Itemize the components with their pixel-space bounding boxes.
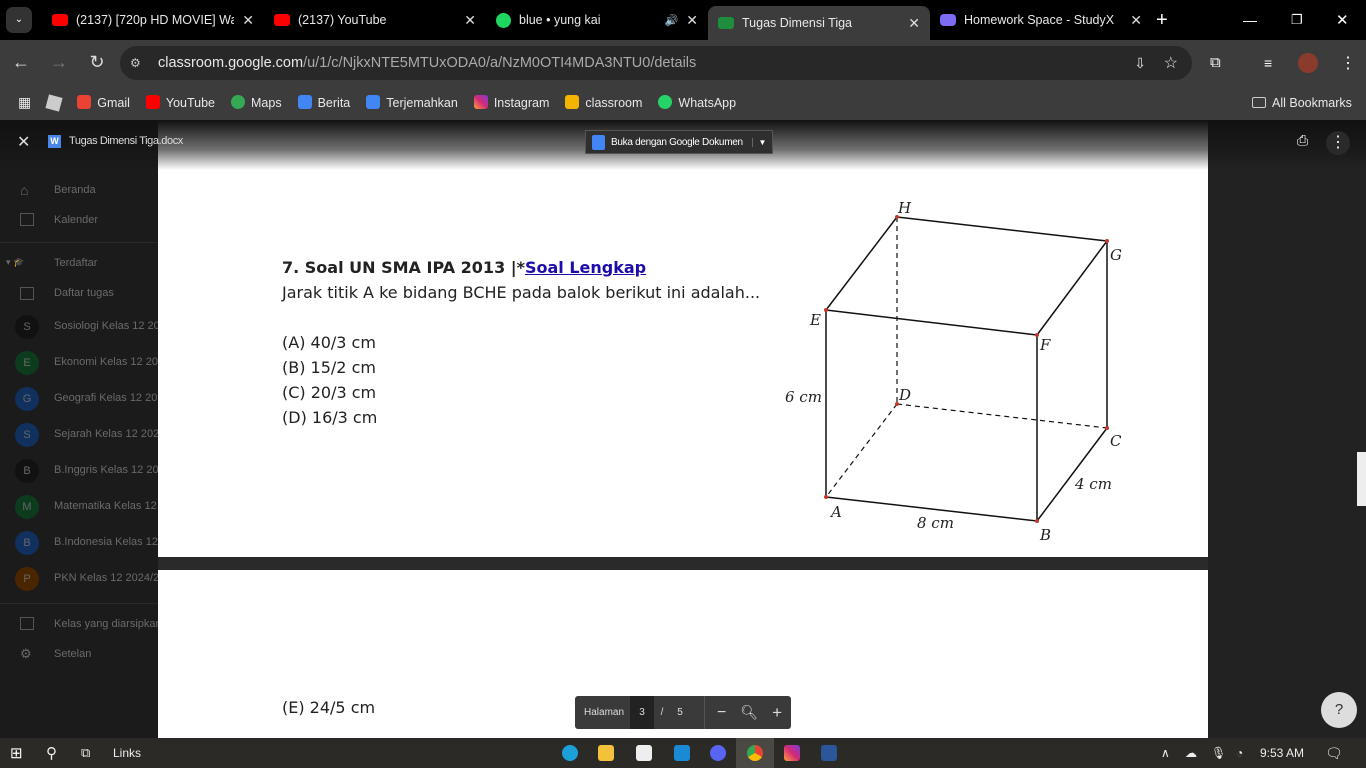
edge-icon[interactable] [562, 745, 578, 761]
page-controls: Halaman 3 / 5 − 🔍︎ + [575, 696, 791, 729]
print-icon[interactable]: ⎙ [1297, 132, 1308, 149]
mail-icon[interactable] [674, 745, 690, 761]
vertex-g: G [1110, 246, 1122, 264]
google-docs-icon [592, 134, 605, 150]
wifi-icon[interactable]: ◔ [1236, 746, 1243, 760]
vertex-b: B [1039, 526, 1051, 544]
links-label[interactable]: Links [113, 746, 141, 760]
file-name: Tugas Dimensi Tiga.docx [69, 135, 183, 147]
open-with-google-docs-button[interactable]: Buka dengan Google Dokumen ▼ [585, 130, 773, 154]
vertex-a: A [829, 503, 842, 521]
label-width: 4 cm [1074, 475, 1112, 493]
edge-gf [1036, 240, 1108, 336]
page-number-input[interactable]: 3 [630, 696, 655, 729]
edge-dc [896, 403, 1108, 429]
vertex-d: D [898, 386, 911, 404]
vertex-c: C [1110, 432, 1122, 450]
edge-he [825, 216, 898, 311]
label-length: 8 cm [917, 514, 954, 532]
windows-start-icon[interactable]: ⊞ [10, 744, 23, 762]
edge-ef [825, 309, 1038, 336]
tray-chevron-icon[interactable]: ∧ [1161, 746, 1170, 760]
help-button[interactable]: ? [1321, 692, 1357, 728]
vertex-f: F [1039, 336, 1051, 354]
clock[interactable]: 9:53 AM [1260, 746, 1304, 760]
discord-icon[interactable] [710, 745, 726, 761]
vertex-h: H [897, 199, 912, 217]
edge-da [825, 403, 898, 498]
notifications-icon[interactable]: 🗨︎ [1325, 745, 1343, 762]
zoom-out-button[interactable]: − [717, 704, 726, 722]
cuboid-figure: H G E F D C A B 6 cm 8 cm 4 cm [785, 199, 1122, 544]
search-icon[interactable]: ⚲ [46, 744, 57, 762]
dropdown-arrow-icon[interactable]: ▼ [752, 137, 772, 147]
zoom-in-button[interactable]: + [772, 703, 782, 723]
task-view-icon[interactable]: ⧉ [81, 745, 90, 761]
instagram-icon[interactable] [784, 745, 800, 761]
file-explorer-icon[interactable] [598, 745, 614, 761]
viewer-header: ✕ W Tugas Dimensi Tiga.docx Buka dengan … [0, 120, 1366, 170]
zoom-icon[interactable]: 🔍︎ [740, 704, 758, 721]
chrome-icon[interactable] [747, 745, 763, 761]
microphone-icon[interactable]: 🎙︎ [1211, 746, 1226, 760]
vertex-e: E [809, 311, 821, 329]
onedrive-icon[interactable]: ☁ [1185, 746, 1197, 760]
close-viewer-button[interactable]: ✕ [17, 132, 30, 152]
more-options-icon[interactable]: ⋮ [1326, 131, 1350, 155]
label-height: 6 cm [785, 388, 822, 406]
edge-hg [896, 216, 1108, 242]
store-icon[interactable] [636, 745, 652, 761]
windows-taskbar: ⊞ ⚲ ⧉ Links ∧ ☁ 🎙︎ ◔ 9:53 AM 🗨︎ [0, 738, 1366, 768]
word-file-icon: W [48, 135, 61, 148]
word-icon[interactable] [821, 745, 837, 761]
